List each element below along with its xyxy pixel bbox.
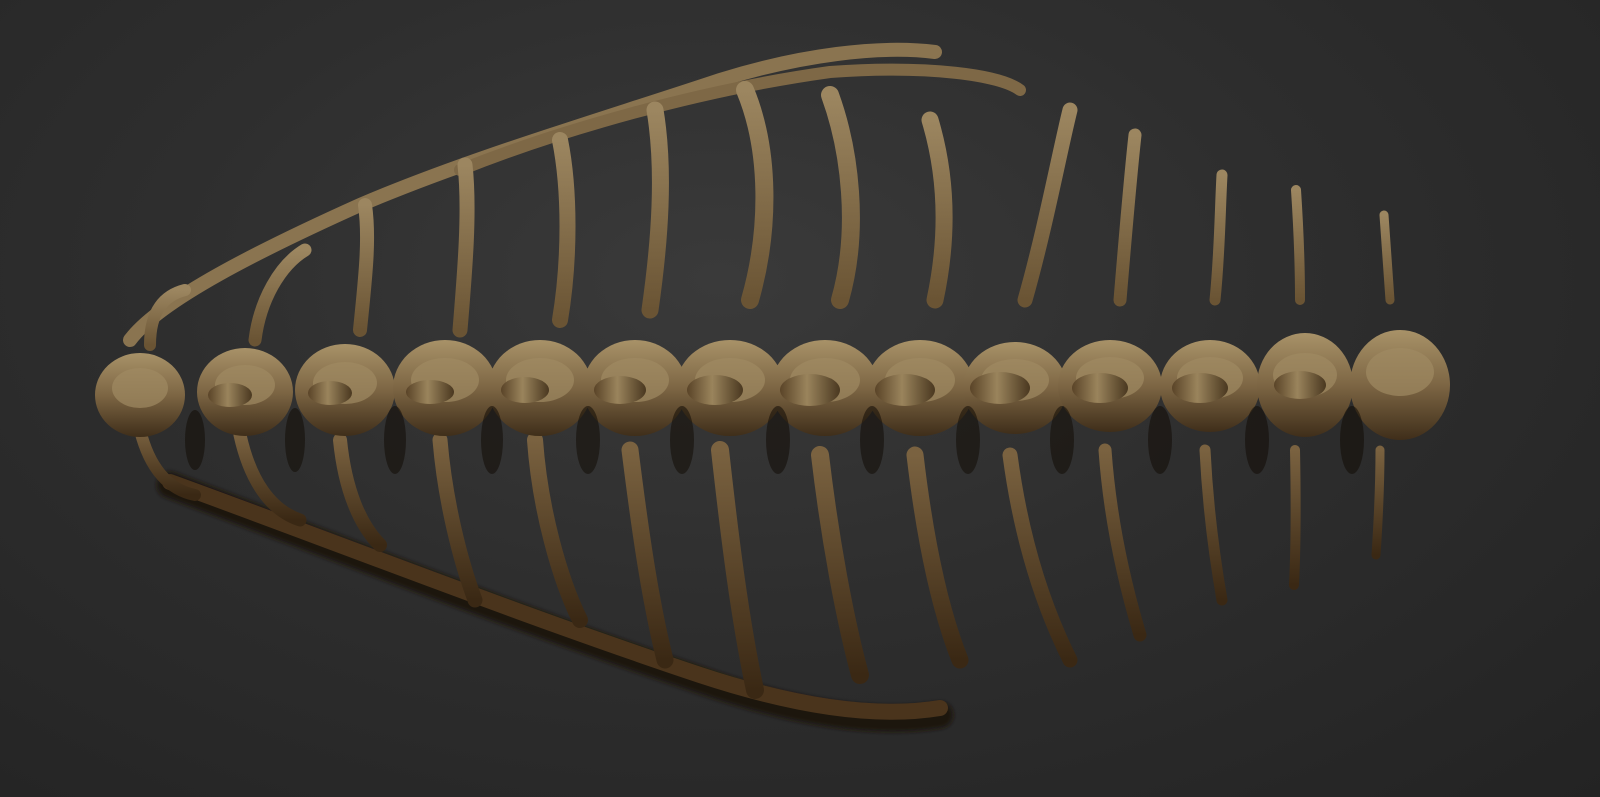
skeleton-render — [95, 42, 1450, 732]
render-viewport — [0, 0, 1600, 797]
lower-ribs — [134, 424, 1385, 699]
dorsal-bar — [123, 42, 942, 347]
vertebra-1 — [95, 353, 185, 437]
vertebra-14 — [1350, 330, 1450, 440]
